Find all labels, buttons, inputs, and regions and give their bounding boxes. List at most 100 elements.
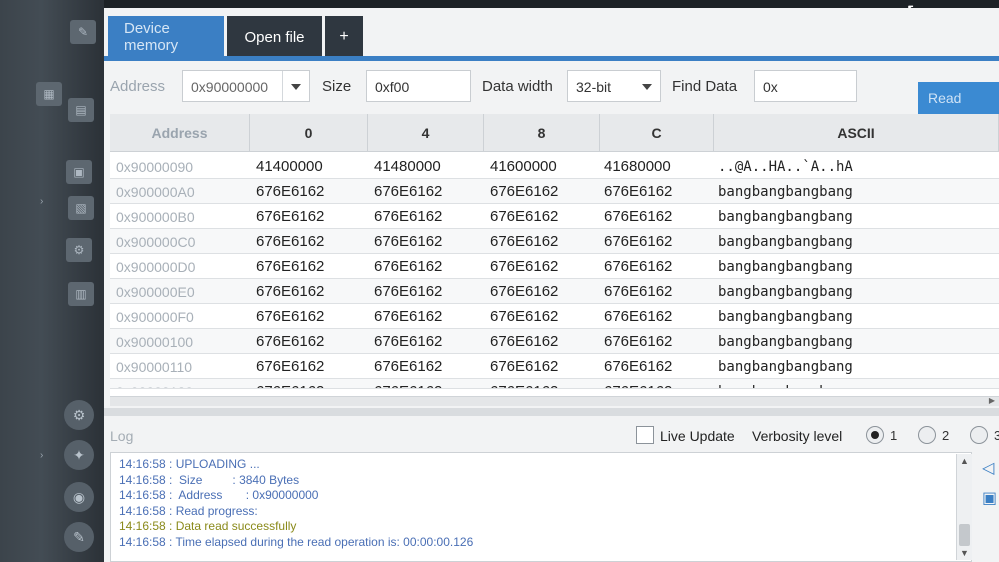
word-c-cell: 676E6162 — [604, 258, 673, 275]
ascii-cell: bangbangbangbang — [718, 233, 853, 250]
right-dock: ◁ ▣ — [982, 458, 999, 562]
size-input[interactable]: 0xf00 — [366, 70, 471, 102]
ascii-cell: bangbangbangbang — [718, 379, 853, 389]
log-title: Log — [110, 428, 134, 444]
table-row[interactable]: 0x90000120 676E6162 676E6162 676E6162 676E61… — [110, 379, 999, 389]
ascii-cell: ..@A..HA..`A..hA — [718, 158, 853, 175]
collapse-arrow-icon[interactable]: ◁ — [982, 458, 999, 478]
ascii-cell: bangbangbangbang — [718, 308, 853, 325]
ascii-cell: bangbangbangbang — [718, 183, 853, 200]
word-c-cell: 676E6162 — [604, 183, 673, 200]
chevron-right-icon: › — [40, 196, 44, 207]
column-header-c[interactable]: C — [600, 114, 714, 152]
word-8-cell: 676E6162 — [490, 183, 559, 200]
column-header-8[interactable]: 8 — [484, 114, 600, 152]
ob-icon[interactable]: ▣ — [66, 160, 92, 184]
swv-icon[interactable]: ⚙ — [66, 238, 92, 262]
log-line: 14:16:58 : Address : 0x90000000 — [119, 488, 319, 502]
verbosity-option-3: 3 — [994, 428, 999, 443]
memory-icon[interactable]: ▦ — [36, 82, 62, 106]
verbosity-radio-2[interactable] — [918, 426, 936, 444]
save-icon[interactable]: ▣ — [982, 488, 999, 508]
word-0-cell: 676E6162 — [256, 379, 324, 388]
power-icon[interactable]: ✎ — [64, 522, 94, 552]
data-width-select[interactable]: 32-bit — [567, 70, 661, 102]
word-c-cell: 676E6162 — [604, 333, 673, 350]
table-row[interactable]: 0x90000110 676E6162 676E6162 676E6162 676E61… — [110, 354, 999, 379]
address-cell: 0x900000E0 — [116, 283, 195, 300]
about-icon[interactable]: ◉ — [64, 482, 94, 512]
horizontal-scrollbar[interactable]: ▶ — [110, 396, 999, 406]
address-cell: 0x90000120 — [116, 379, 193, 389]
scroll-down-icon[interactable]: ▼ — [960, 548, 969, 558]
add-tab-button[interactable]: + — [325, 16, 363, 58]
table-row[interactable]: 0x900000D0 676E6162 676E6162 676E6162 676E61… — [110, 254, 999, 279]
table-row[interactable]: 0x90000100 676E6162 676E6162 676E6162 676E61… — [110, 329, 999, 354]
live-update-checkbox[interactable] — [636, 426, 654, 444]
memory-toolbar: Address 0x90000000 Size 0xf00 Data width… — [104, 64, 999, 114]
tab-open-file[interactable]: Open file — [227, 16, 322, 58]
log-line: 14:16:58 : UPLOADING ... — [119, 457, 260, 471]
window-top-edge — [104, 0, 999, 8]
table-row[interactable]: 0x900000B0 676E6162 676E6162 676E6162 676E61… — [110, 204, 999, 229]
log-line: 14:16:58 : Time elapsed during the read … — [119, 534, 474, 549]
word-c-cell: 676E6162 — [604, 283, 673, 300]
chevron-down-icon — [291, 84, 301, 90]
scroll-thumb[interactable] — [959, 524, 970, 546]
tab-device-memory[interactable]: Device memory — [108, 16, 224, 58]
main-panel: Device memory Open file + Address 0x9000… — [104, 8, 999, 562]
table-row[interactable]: 0x900000A0 676E6162 676E6162 676E6162 676E61… — [110, 179, 999, 204]
cpu-icon[interactable]: ▧ — [68, 196, 94, 220]
left-sidebar: ✎ ▦ ▤ ▣ ▧ ⚙ ▥ › › ⚙ ✦ ◉ ✎ — [0, 0, 104, 562]
table-row[interactable]: 0x900000E0 676E6162 676E6162 676E6162 676E61… — [110, 279, 999, 304]
address-cell: 0x90000090 — [116, 158, 194, 175]
verbosity-radio-1[interactable] — [866, 426, 884, 444]
ascii-cell: bangbangbangbang — [718, 283, 853, 300]
column-header-4[interactable]: 4 — [368, 114, 484, 152]
word-8-cell: 676E6162 — [490, 308, 559, 325]
word-8-cell: 676E6162 — [490, 233, 559, 250]
address-cell: 0x900000D0 — [116, 258, 196, 275]
table-row[interactable]: 0x900000F0 676E6162 676E6162 676E6162 676E61… — [110, 304, 999, 329]
word-0-cell: 676E6162 — [256, 233, 325, 250]
word-0-cell: 676E6162 — [256, 258, 325, 275]
verbosity-option-1: 1 — [890, 428, 898, 443]
ascii-cell: bangbangbangbang — [718, 258, 853, 275]
word-c-cell: 676E6162 — [604, 233, 673, 250]
address-label: Address — [110, 78, 166, 95]
address-select[interactable]: 0x90000000 — [182, 70, 310, 102]
word-4-cell: 41480000 — [374, 158, 441, 175]
column-header-0[interactable]: 0 — [250, 114, 368, 152]
word-c-cell: 676E6162 — [604, 379, 672, 388]
read-button[interactable]: Read — [918, 82, 999, 114]
erase-icon[interactable]: ▤ — [68, 98, 94, 122]
scroll-right-icon[interactable]: ▶ — [989, 396, 995, 405]
address-cell: 0x900000B0 — [116, 208, 195, 225]
live-update-label: Live Update — [660, 428, 735, 444]
word-0-cell: 676E6162 — [256, 308, 325, 325]
verbosity-radio-3[interactable] — [970, 426, 988, 444]
ascii-cell: bangbangbangbang — [718, 208, 853, 225]
word-4-cell: 676E6162 — [374, 308, 443, 325]
address-cell: 0x900000F0 — [116, 308, 194, 325]
table-row[interactable]: 0x90000090 41400000 41480000 41600000 416800… — [110, 154, 999, 179]
column-header-address[interactable]: Address — [110, 114, 250, 152]
log-output[interactable]: 14:16:58 : UPLOADING ... 14:16:58 : Size … — [110, 452, 972, 562]
word-0-cell: 676E6162 — [256, 208, 325, 225]
size-label: Size — [322, 78, 352, 95]
address-cell: 0x900000A0 — [116, 183, 195, 200]
help-icon[interactable]: ✦ — [64, 440, 94, 470]
word-8-cell: 676E6162 — [490, 208, 559, 225]
log-vertical-scrollbar[interactable]: ▲ ▼ — [956, 454, 972, 560]
elf-icon[interactable]: ▥ — [68, 282, 94, 306]
word-4-cell: 676E6162 — [374, 258, 443, 275]
ascii-cell: bangbangbangbang — [718, 358, 853, 375]
data-width-value: 32-bit — [576, 79, 612, 95]
edit-icon[interactable]: ✎ — [70, 20, 96, 44]
settings-icon[interactable]: ⚙ — [64, 400, 94, 430]
scroll-up-icon[interactable]: ▲ — [960, 456, 969, 466]
find-data-input[interactable]: 0x — [754, 70, 857, 102]
panel-splitter[interactable] — [104, 408, 999, 416]
column-header-ascii[interactable]: ASCII — [714, 114, 999, 152]
table-row[interactable]: 0x900000C0 676E6162 676E6162 676E6162 676E61… — [110, 229, 999, 254]
